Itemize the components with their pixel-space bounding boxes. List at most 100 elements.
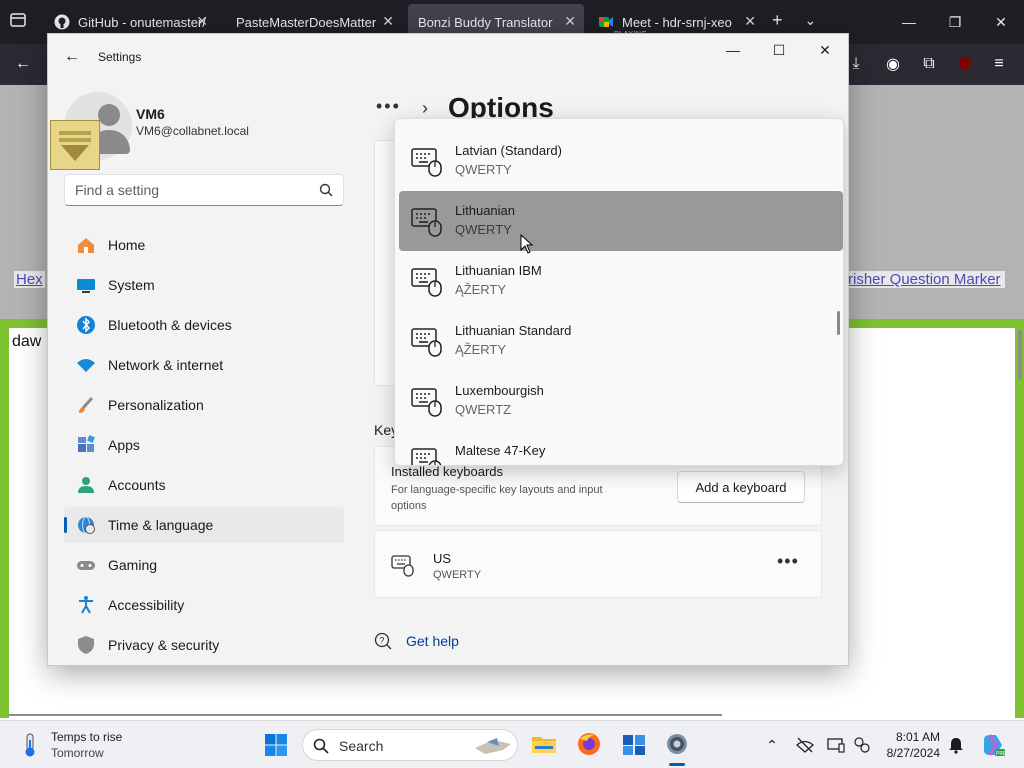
back-arrow-icon[interactable]: ← — [64, 48, 80, 66]
taskbar-search[interactable]: Search — [302, 729, 518, 761]
nav-item-personalization[interactable]: Personalization — [64, 387, 344, 423]
file-explorer-icon[interactable] — [531, 731, 557, 757]
close-window-icon[interactable]: ✕ — [978, 0, 1024, 44]
search-icon[interactable] — [319, 183, 333, 197]
close-tab-icon[interactable]: ✕ — [382, 13, 394, 30]
nav-item-apps[interactable]: Apps — [64, 427, 344, 463]
settings-gear-icon[interactable] — [664, 731, 690, 757]
network-offline-icon[interactable] — [795, 735, 815, 755]
dropdown-item[interactable]: Lithuanian Standard ĄŽERTY — [399, 311, 843, 371]
chevron-right-icon: › — [422, 98, 428, 118]
nav-item-system[interactable]: System — [64, 267, 344, 303]
close-tab-icon[interactable]: ✕ — [196, 13, 208, 30]
bonzi-download-icon — [50, 120, 100, 170]
chevron-up-icon[interactable]: ⌃ — [762, 735, 782, 755]
nav-label: Home — [108, 237, 146, 253]
dropdown-item-name: Lithuanian — [455, 203, 515, 218]
dropdown-item-name: Maltese 47-Key — [455, 443, 546, 458]
settings-window: ← Settings — ☐ ✕ VM6 VM6@collabnet.local… — [48, 34, 848, 665]
dropdown-item-highlighted[interactable]: Lithuanian QWERTY — [399, 191, 843, 251]
minimize-icon[interactable]: — — [886, 0, 932, 44]
tab-title: GitHub - onutemaster/ — [78, 14, 206, 30]
clock-date[interactable]: 8/27/2024 — [870, 746, 940, 760]
list-tabs-icon[interactable]: ⌄ — [805, 10, 817, 31]
horizontal-scrollbar[interactable] — [8, 714, 722, 716]
keyboard-more-button[interactable]: ••• — [777, 551, 799, 572]
nav-label: System — [108, 277, 155, 293]
nav-item-bluetooth[interactable]: Bluetooth & devices — [64, 307, 344, 343]
dropdown-item[interactable]: Maltese 47-Key — [399, 431, 843, 465]
download-icon[interactable]: ⤓ — [845, 53, 867, 75]
new-tab-icon[interactable]: + — [772, 10, 783, 31]
get-help-link[interactable]: ? Get help — [374, 632, 459, 650]
dropdown-item-layout: QWERTY — [455, 222, 512, 237]
dropdown-item[interactable]: Latvian (Standard) QWERTY — [399, 131, 843, 191]
nav-label: Privacy & security — [108, 637, 220, 653]
taskbar: Temps to rise Tomorrow Search ⌃ 8:01 AM … — [0, 720, 1024, 768]
menu-icon[interactable]: ≡ — [988, 53, 1010, 75]
display-icon[interactable] — [826, 735, 846, 755]
notification-bell-icon[interactable] — [946, 735, 966, 755]
keyboard-layout-dropdown[interactable]: Latvian (Standard) QWERTY Lithuanian QWE… — [394, 118, 844, 466]
dropdown-item-layout: QWERTY — [455, 162, 512, 177]
nav-label: Personalization — [108, 397, 204, 413]
breadcrumb-overflow-button[interactable]: ••• — [376, 96, 401, 117]
nav-item-home[interactable]: Home — [64, 227, 344, 263]
keyboard-icon — [391, 553, 415, 577]
nav-item-accessibility[interactable]: Accessibility — [64, 587, 344, 623]
weather-subtitle[interactable]: Tomorrow — [51, 746, 104, 760]
nav-item-accounts[interactable]: Accounts — [64, 467, 344, 503]
add-keyboard-button[interactable]: Add a keyboard — [677, 471, 805, 503]
maximize-icon[interactable]: ☐ — [756, 40, 802, 60]
hex-link[interactable]: Hex — [14, 271, 45, 288]
ime-language-icon[interactable] — [852, 735, 872, 755]
question-marker-link[interactable]: risher Question Marker — [846, 271, 1005, 288]
search-input[interactable] — [65, 175, 305, 205]
ublock-icon[interactable] — [954, 53, 976, 75]
close-tab-icon[interactable]: ✕ — [744, 13, 756, 30]
nav-label: Accessibility — [108, 597, 185, 613]
nav-label: Time & language — [108, 517, 214, 533]
dropdown-item-name: Luxembourgish — [455, 383, 544, 398]
close-icon[interactable]: ✕ — [802, 40, 848, 60]
meet-icon — [598, 14, 614, 30]
dropdown-item[interactable]: Lithuanian IBM ĄŽERTY — [399, 251, 843, 311]
back-icon[interactable]: ← — [12, 53, 34, 75]
tab-overview-icon[interactable] — [8, 10, 32, 34]
dropdown-scrollbar[interactable] — [837, 311, 840, 335]
weather-title[interactable]: Temps to rise — [51, 730, 122, 744]
get-help-label: Get help — [406, 633, 459, 649]
extensions-icon[interactable]: ⧉ — [918, 53, 940, 75]
user-email: VM6@collabnet.local — [136, 124, 249, 138]
page-body-text: daw — [12, 333, 42, 350]
dropdown-item-layout: ĄŽERTY — [455, 282, 507, 297]
dropdown-item-name: Lithuanian Standard — [455, 323, 572, 338]
maximize-icon[interactable]: ❐ — [932, 0, 978, 44]
copilot-icon[interactable]: PRE — [980, 732, 1006, 758]
dropdown-item[interactable]: Luxembourgish QWERTZ — [399, 371, 843, 431]
account-icon[interactable]: ◉ — [882, 53, 904, 75]
nav-label: Accounts — [108, 477, 166, 493]
nav-item-privacy[interactable]: Privacy & security — [64, 627, 344, 663]
svg-text:?: ? — [379, 636, 384, 646]
teams-like-app-icon[interactable] — [621, 731, 647, 757]
windows-start-icon[interactable] — [264, 733, 288, 757]
dropdown-item-layout: ĄŽERTY — [455, 342, 507, 357]
nav-item-network[interactable]: Network & internet — [64, 347, 344, 383]
page-scrollbar[interactable] — [1018, 330, 1022, 380]
settings-search[interactable] — [64, 174, 344, 206]
keyboard-icon — [411, 265, 443, 297]
nav-label: Gaming — [108, 557, 158, 573]
clock-time[interactable]: 8:01 AM — [880, 730, 940, 744]
thermometer-icon[interactable] — [18, 732, 42, 758]
account-icon — [76, 475, 96, 495]
nav-item-time-language[interactable]: Time & language — [64, 507, 344, 543]
mouse-cursor-icon — [520, 233, 534, 254]
keyboard-row-us: US QWERTY ••• — [374, 530, 822, 598]
close-tab-icon[interactable]: ✕ — [564, 13, 576, 30]
nav-item-gaming[interactable]: Gaming — [64, 547, 344, 583]
tab-title: Meet - hdr-srnj-xeo — [622, 14, 732, 30]
firefox-icon[interactable] — [576, 731, 602, 757]
minimize-icon[interactable]: — — [710, 40, 756, 60]
dropdown-item-layout: QWERTZ — [455, 402, 512, 417]
